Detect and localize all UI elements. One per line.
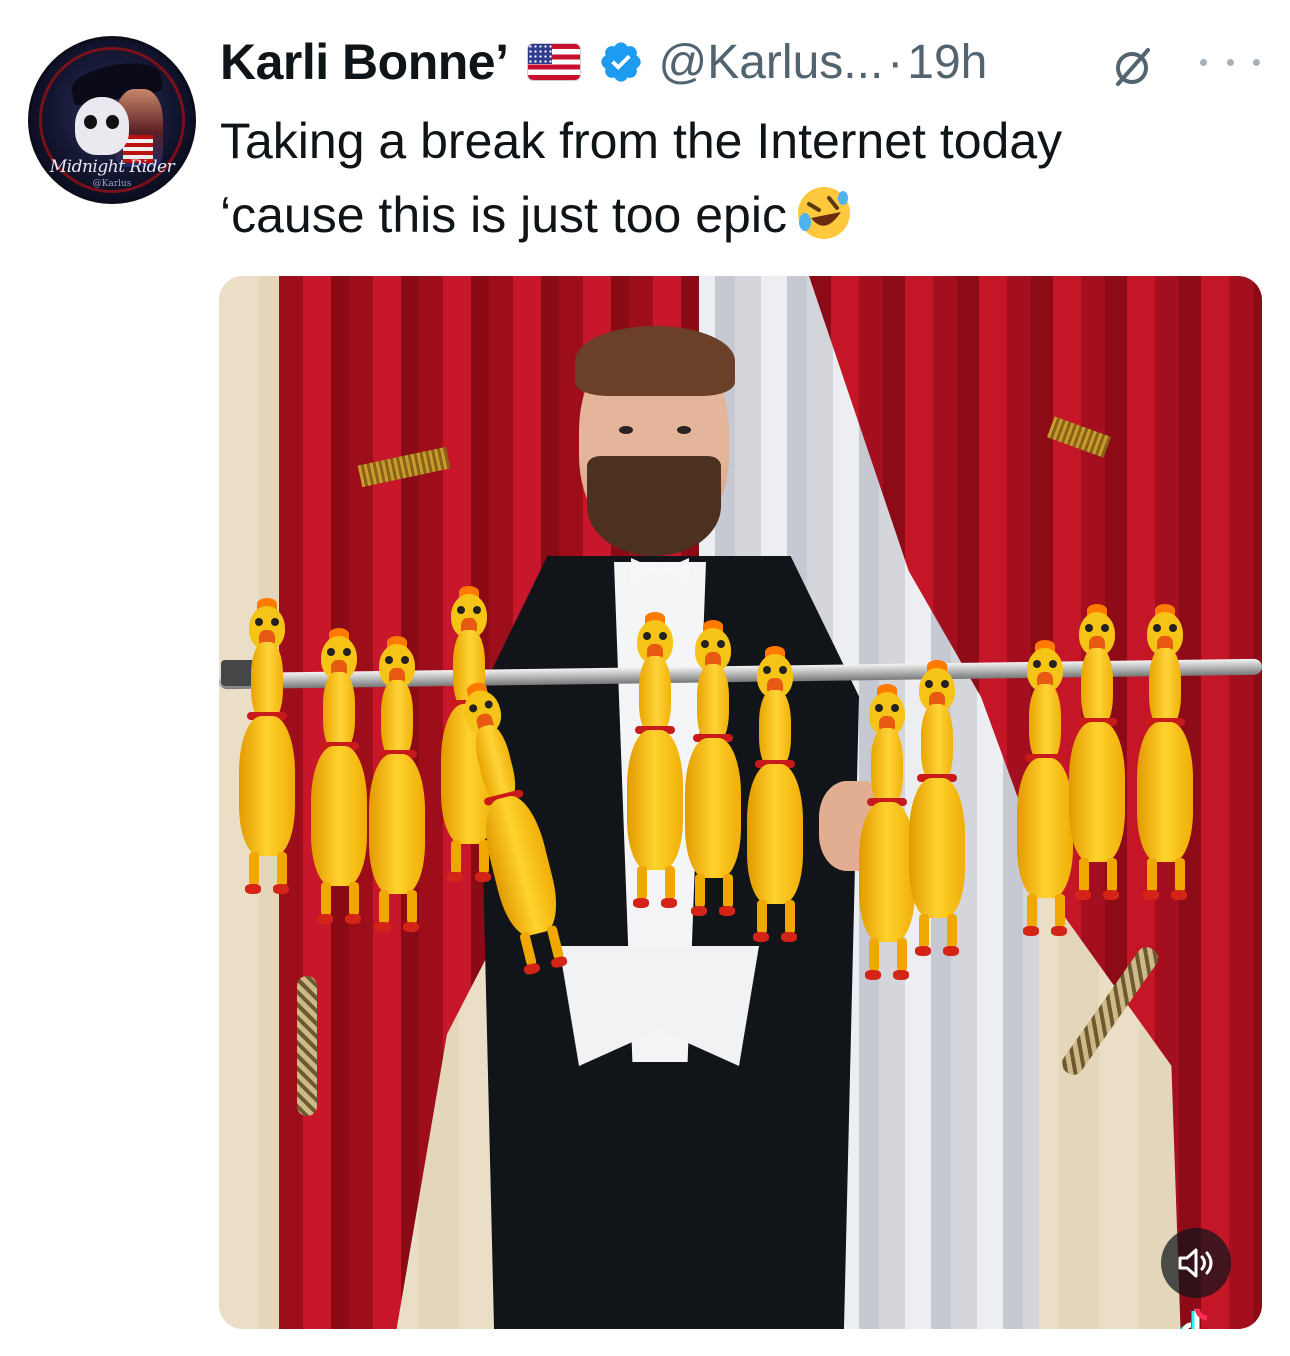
rubber-chicken (909, 660, 965, 998)
us-flag-emoji (528, 44, 581, 80)
author-avatar[interactable]: Midnight Rider @Karlus (28, 36, 196, 204)
rubber-chicken (311, 628, 367, 966)
rubber-chicken (1017, 640, 1073, 978)
rubber-chicken (627, 612, 683, 950)
author-handle[interactable]: @Karlus... (658, 35, 883, 90)
tweet-media-video[interactable] (219, 276, 1262, 1329)
avatar-banner-sub: @Karlus (92, 179, 132, 189)
rubber-chicken (369, 636, 425, 974)
tweet-line-2: ‘cause this is just too epic (220, 178, 1260, 252)
tweet-line-1: Taking a break from the Internet today (220, 113, 1063, 169)
tweet-header: Karli Bonne’ @Karlus... · 19h (220, 30, 987, 94)
rubber-chicken (1069, 604, 1125, 942)
rolling-on-floor-laughing-emoji (797, 187, 850, 239)
avatar-banner: Midnight Rider (49, 157, 175, 177)
tweet-text: Taking a break from the Internet today ‘… (220, 104, 1260, 252)
grok-slash-circle-icon[interactable] (1108, 40, 1160, 92)
author-name[interactable]: Karli Bonne’ (220, 33, 509, 91)
more-icon[interactable] (1200, 48, 1260, 76)
rubber-chicken (239, 598, 295, 936)
verified-badge-icon[interactable] (598, 39, 644, 85)
video-mute-button[interactable] (1161, 1228, 1231, 1298)
avatar-skull (75, 97, 129, 155)
post-time[interactable]: 19h (907, 35, 987, 90)
rubber-chickens (219, 276, 1262, 1329)
speaker-icon (1178, 1248, 1213, 1278)
tiktok-icon (1180, 1308, 1208, 1329)
rubber-chicken (1137, 604, 1193, 942)
rubber-chicken (747, 646, 803, 984)
separator-dot: · (887, 35, 904, 89)
rubber-chicken (859, 684, 915, 1022)
rubber-chicken (685, 620, 741, 958)
